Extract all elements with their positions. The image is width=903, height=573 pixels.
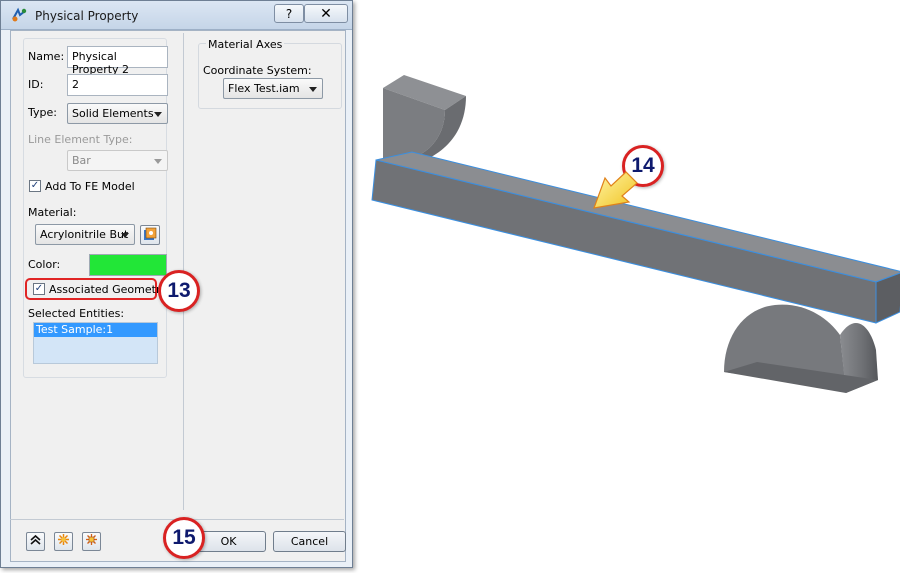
expand-button[interactable] [54,532,73,551]
selected-entities-label: Selected Entities: [28,307,125,320]
coordinate-system-value: Flex Test.iam [228,82,300,95]
chevron-down-icon [309,87,317,92]
collapse-button[interactable] [26,532,45,551]
line-element-type-value: Bar [72,154,91,167]
expand-all-button[interactable] [82,532,101,551]
test-sample-beam[interactable] [371,151,900,324]
associated-geometry-label: Associated Geometry [49,283,167,296]
double-chevron-up-icon [30,534,41,545]
chevron-down-icon [154,159,162,164]
type-select[interactable]: Solid Elements [67,103,168,124]
line-element-type-label: Line Element Type: [28,133,133,146]
close-button[interactable]: ✕ [304,4,348,23]
material-select-value: Acrylonitrile But [40,228,129,241]
id-field[interactable]: 2 [67,74,168,96]
upper-support[interactable] [383,75,466,165]
sunburst-icon [58,534,69,545]
chevron-down-icon [154,112,162,117]
add-to-fe-label: Add To FE Model [45,180,135,193]
color-swatch[interactable] [89,254,167,276]
window-title: Physical Property [35,9,139,23]
coordinate-system-label: Coordinate System: [203,64,312,77]
material-select[interactable]: Acrylonitrile But [35,224,135,245]
id-label: ID: [28,78,44,91]
material-label: Material: [28,206,77,219]
model-viewport[interactable] [360,60,900,410]
pointer-arrow [593,171,638,209]
title-bar[interactable]: Physical Property ? ✕ [1,1,352,30]
material-browser-icon [144,227,157,240]
line-element-type-select: Bar [67,150,168,171]
type-label: Type: [28,106,57,119]
cancel-button[interactable]: Cancel [273,531,346,552]
associated-geometry-checkbox[interactable]: ✓ [33,283,45,295]
material-axes-title: Material Axes [206,38,285,51]
name-label: Name: [28,50,65,63]
chevron-down-icon [121,233,129,238]
coordinate-system-select[interactable]: Flex Test.iam [223,78,323,99]
material-browser-button[interactable] [140,225,160,245]
add-to-fe-checkbox[interactable]: ✓ [29,180,41,192]
sunburst-grid-icon [86,534,97,545]
callout-15: 15 [163,517,205,559]
type-select-value: Solid Elements [72,107,154,120]
name-field[interactable]: Physical Property 2 [67,46,168,76]
selected-entities-list[interactable]: Test Sample:1 [33,322,158,364]
physical-property-icon [12,7,27,22]
callout-13: 13 [158,270,200,312]
list-item[interactable]: Test Sample:1 [34,323,157,337]
help-button[interactable]: ? [274,4,304,23]
color-label: Color: [28,258,61,271]
